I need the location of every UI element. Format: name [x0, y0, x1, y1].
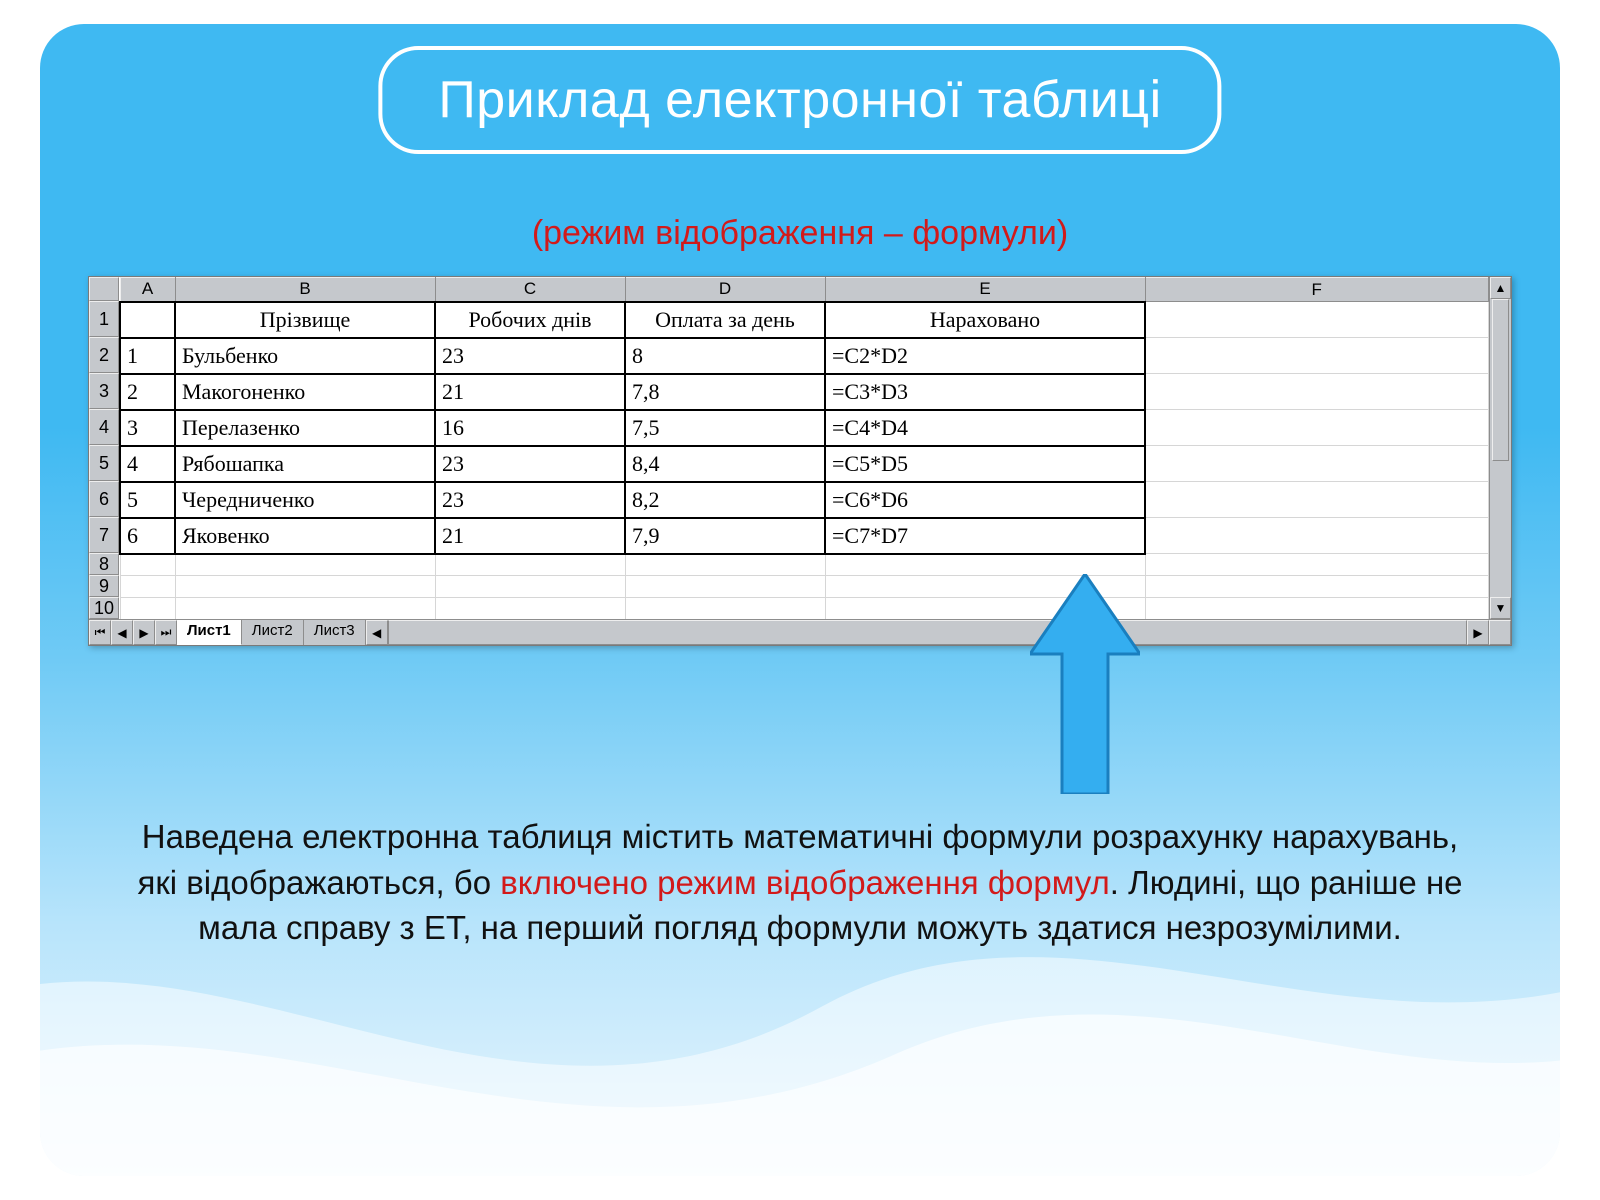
cell[interactable]: Бульбенко	[175, 338, 435, 374]
cell[interactable]: 7,5	[625, 410, 825, 446]
cell[interactable]: =C6*D6	[825, 482, 1145, 518]
cell[interactable]: 21	[435, 374, 625, 410]
col-header[interactable]: E	[825, 278, 1145, 302]
explanation-paragraph: Наведена електронна таблиця містить мате…	[130, 814, 1470, 951]
select-all-corner[interactable]	[89, 277, 119, 301]
row-header[interactable]: 10	[89, 597, 119, 619]
cell[interactable]: 16	[435, 410, 625, 446]
row-header[interactable]: 9	[89, 575, 119, 597]
horizontal-scrollbar[interactable]: ◀ ▶	[366, 620, 1511, 645]
sheet-tab[interactable]: Лист3	[304, 620, 366, 645]
scroll-track[interactable]	[388, 620, 1467, 645]
cell[interactable]: Прізвище	[175, 302, 435, 338]
vertical-scrollbar[interactable]: ▲ ▼	[1489, 277, 1511, 619]
cell[interactable]	[1145, 446, 1489, 482]
col-header[interactable]: B	[175, 278, 435, 302]
row-header[interactable]: 8	[89, 553, 119, 575]
cell[interactable]: 8,4	[625, 446, 825, 482]
cell[interactable]	[1145, 338, 1489, 374]
cell[interactable]: 8,2	[625, 482, 825, 518]
scroll-thumb[interactable]	[1490, 299, 1511, 597]
slide-frame: Приклад електронної таблиці (режим відоб…	[40, 24, 1560, 1176]
cell[interactable]	[120, 302, 175, 338]
slide-subtitle: (режим відображення – формули)	[40, 214, 1560, 253]
cell[interactable]: 23	[435, 338, 625, 374]
scroll-right-icon[interactable]: ▶	[1467, 620, 1489, 645]
cell[interactable]: 2	[120, 374, 175, 410]
cell[interactable]: Яковенко	[175, 518, 435, 554]
cell[interactable]: Рябошапка	[175, 446, 435, 482]
row-header[interactable]: 7	[89, 517, 119, 553]
tab-nav-last-icon[interactable]: ⏭	[155, 620, 177, 645]
col-header[interactable]: C	[435, 278, 625, 302]
scroll-down-icon[interactable]: ▼	[1490, 597, 1511, 619]
row-header[interactable]: 1	[89, 301, 119, 337]
tab-nav-prev-icon[interactable]: ◀	[111, 620, 133, 645]
cell[interactable]	[1145, 410, 1489, 446]
row-header[interactable]: 2	[89, 337, 119, 373]
cell[interactable]: Макогоненко	[175, 374, 435, 410]
cell[interactable]: 8	[625, 338, 825, 374]
cell[interactable]: Нараховано	[825, 302, 1145, 338]
col-header[interactable]: D	[625, 278, 825, 302]
scroll-up-icon[interactable]: ▲	[1490, 277, 1511, 299]
cell[interactable]: =C5*D5	[825, 446, 1145, 482]
row-header[interactable]: 5	[89, 445, 119, 481]
cell[interactable]: =C4*D4	[825, 410, 1145, 446]
sheet-tab-bar: ⏮ ◀ ▶ ⏭ Лист1 Лист2 Лист3 ◀ ▶	[89, 619, 1511, 645]
col-header[interactable]: F	[1145, 278, 1489, 302]
spreadsheet-window: 1 2 3 4 5 6 7 8 9 10	[88, 276, 1512, 646]
cell[interactable]	[1145, 374, 1489, 410]
cell[interactable]: =C2*D2	[825, 338, 1145, 374]
row-header-gutter: 1 2 3 4 5 6 7 8 9 10	[89, 277, 119, 619]
spreadsheet-grid[interactable]: A B C D E F Прізвище Робочих днів Оплата…	[119, 277, 1489, 619]
cell[interactable]: 23	[435, 482, 625, 518]
tab-nav-first-icon[interactable]: ⏮	[89, 620, 111, 645]
cell[interactable]: 7,9	[625, 518, 825, 554]
cell[interactable]: 4	[120, 446, 175, 482]
row-header[interactable]: 4	[89, 409, 119, 445]
scroll-left-icon[interactable]: ◀	[366, 620, 388, 645]
cell[interactable]	[1145, 302, 1489, 338]
row-header[interactable]: 6	[89, 481, 119, 517]
cell[interactable]: Чередниченко	[175, 482, 435, 518]
cell[interactable]: 1	[120, 338, 175, 374]
tab-nav-next-icon[interactable]: ▶	[133, 620, 155, 645]
cell[interactable]: =C7*D7	[825, 518, 1145, 554]
cell[interactable]: 5	[120, 482, 175, 518]
cell[interactable]: 7,8	[625, 374, 825, 410]
cell[interactable]: =C3*D3	[825, 374, 1145, 410]
cell[interactable]: 3	[120, 410, 175, 446]
slide-title: Приклад електронної таблиці	[378, 46, 1221, 154]
sheet-tab[interactable]: Лист1	[177, 620, 242, 645]
sheet-tab[interactable]: Лист2	[242, 620, 304, 645]
cell[interactable]: Оплата за день	[625, 302, 825, 338]
cell[interactable]: Перелазенко	[175, 410, 435, 446]
cell[interactable]: 6	[120, 518, 175, 554]
cell[interactable]	[1145, 482, 1489, 518]
callout-arrow-icon	[1030, 574, 1140, 794]
cell[interactable]: 23	[435, 446, 625, 482]
col-header[interactable]: A	[120, 278, 175, 302]
cell[interactable]: 21	[435, 518, 625, 554]
cell[interactable]: Робочих днів	[435, 302, 625, 338]
scroll-corner	[1489, 620, 1511, 645]
row-header[interactable]: 3	[89, 373, 119, 409]
cell[interactable]	[1145, 518, 1489, 554]
paragraph-highlight: включено режим відображення формул	[500, 864, 1110, 901]
